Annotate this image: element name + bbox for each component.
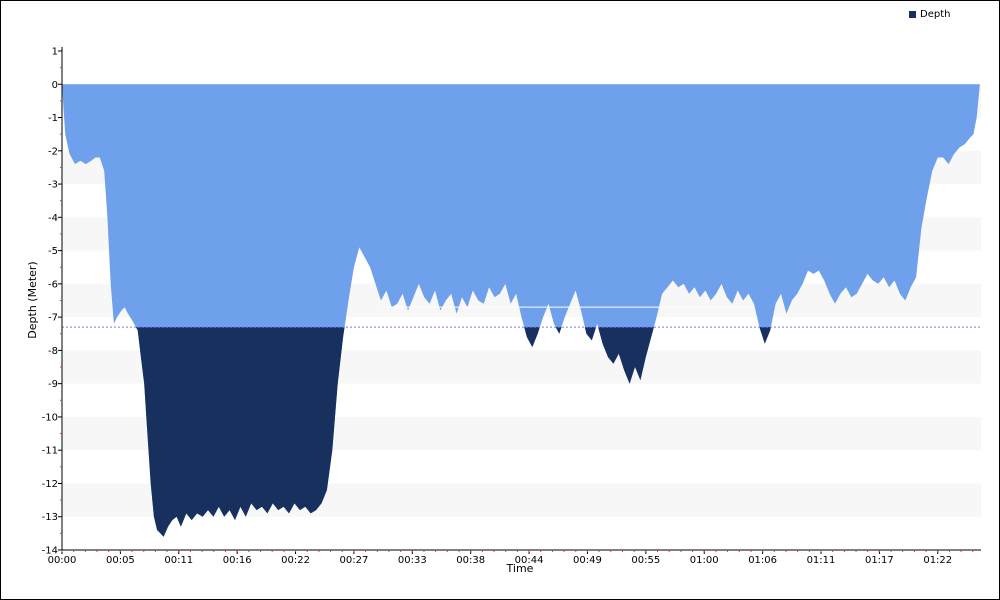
y-tick-label: -9 bbox=[48, 379, 58, 390]
y-tick-label: 0 bbox=[52, 80, 58, 91]
y-tick-label: -4 bbox=[48, 213, 58, 224]
x-tick-label: 00:55 bbox=[631, 555, 660, 566]
y-tick-label: -1 bbox=[48, 113, 58, 124]
x-tick-label: 00:00 bbox=[48, 555, 77, 566]
x-tick-label: 01:06 bbox=[748, 555, 777, 566]
x-axis-title: Time bbox=[506, 562, 534, 575]
legend-label: Depth bbox=[920, 9, 951, 20]
x-tick-label: 01:11 bbox=[807, 555, 836, 566]
y-tick-label: -11 bbox=[42, 446, 58, 457]
y-tick-label: -5 bbox=[48, 246, 58, 257]
x-tick-label: 00:38 bbox=[456, 555, 485, 566]
y-tick-label: -12 bbox=[42, 479, 58, 490]
x-tick-label: 00:16 bbox=[223, 555, 252, 566]
y-axis-title: Depth (Meter) bbox=[26, 261, 39, 338]
y-tick-labels: 10-1-2-3-4-5-6-7-8-9-10-11-12-13-14 bbox=[42, 47, 58, 557]
legend-swatch bbox=[909, 11, 916, 18]
x-tick-label: 00:11 bbox=[164, 555, 193, 566]
x-tick-label: 01:22 bbox=[923, 555, 952, 566]
y-tick-label: -2 bbox=[48, 146, 58, 157]
x-tick-label: 00:22 bbox=[281, 555, 310, 566]
y-tick-label: -3 bbox=[48, 180, 58, 191]
x-tick-label: 01:17 bbox=[865, 555, 894, 566]
x-tick-label: 01:00 bbox=[690, 555, 719, 566]
x-tick-label: 00:27 bbox=[340, 555, 369, 566]
legend: Depth bbox=[909, 9, 950, 20]
x-tick-label: 00:49 bbox=[573, 555, 602, 566]
depth-chart: 10-1-2-3-4-5-6-7-8-9-10-11-12-13-14 00:0… bbox=[26, 47, 981, 575]
x-tick-label: 00:33 bbox=[398, 555, 427, 566]
y-tick-label: -8 bbox=[48, 346, 58, 357]
x-tick-label: 00:05 bbox=[106, 555, 135, 566]
chart-frame: 1 0 -1 -2 -3 -4 -5 -6 -7 -8 -9 -10 -11 -12 -13 -14 00:0… bbox=[0, 0, 1000, 600]
y-tick-label: -13 bbox=[42, 512, 58, 523]
y-tick-label: -10 bbox=[42, 412, 58, 423]
x-tick-labels: 00:00 00:05 00:11 00:16 00:22 00:27 00:33 00:38… bbox=[48, 555, 953, 566]
y-tick-label: -6 bbox=[48, 279, 58, 290]
y-tick-label: -7 bbox=[48, 313, 58, 324]
y-tick-label: 1 bbox=[52, 47, 58, 58]
